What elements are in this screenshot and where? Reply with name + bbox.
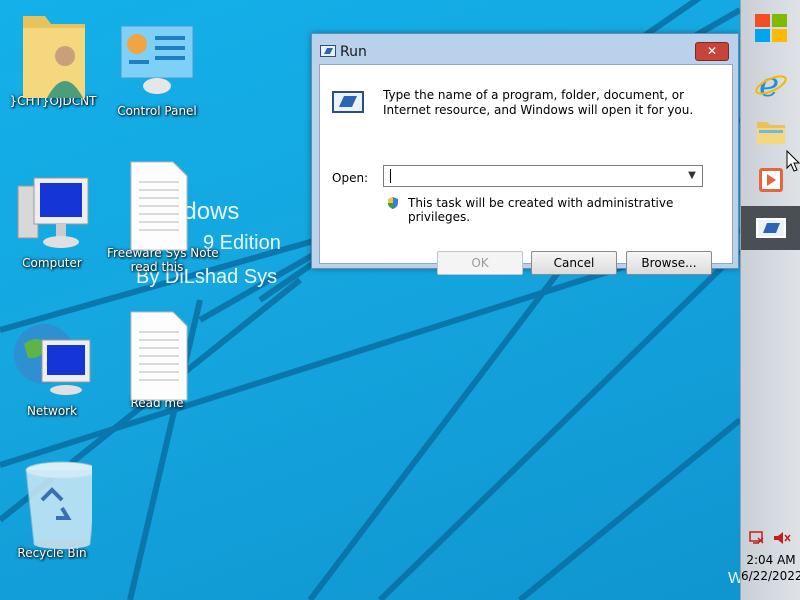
open-label: Open: [332,171,369,185]
desktop: ndows 9 Edition By DiLshad Sys W }CHT}OJ… [0,0,740,600]
control-panel-icon [120,25,194,94]
taskbar-item-run[interactable] [741,206,800,250]
start-icon [755,14,787,42]
open-input[interactable] [388,168,678,183]
volume-muted-icon[interactable] [773,530,791,546]
desktop-icon-sublabel: read this [130,260,184,274]
taskbar-item-file-explorer[interactable] [747,112,795,152]
run-dialog: Run ✕ Type the name of a program, folder… [311,33,739,275]
dialog-title: Run [340,44,367,60]
desktop-icon-network[interactable]: Network [2,318,102,418]
desktop-icon-read-me[interactable]: Read me [107,310,207,410]
computer-icon [17,177,89,248]
browse-button[interactable]: Browse... [626,251,712,275]
text-caret [390,169,391,183]
mouse-pointer-icon [786,150,800,172]
chevron-down-icon[interactable]: ▼ [684,167,700,185]
desktop-icon-computer[interactable]: Computer [2,170,102,270]
dialog-body: Type the name of a program, folder, docu… [319,64,733,275]
clock-date: 6/22/2022 [741,569,800,583]
system-tray [741,528,800,548]
document-icon [130,161,188,251]
media-player-icon [759,168,783,192]
start-button[interactable] [747,8,795,48]
taskbar-clock[interactable]: 2:04 AM 6/22/2022 [741,552,800,584]
clock-time: 2:04 AM [746,553,796,567]
desktop-icon-recycle-bin[interactable]: Recycle Bin [2,460,102,560]
open-combobox[interactable]: ▼ [383,165,703,187]
dialog-description: Type the name of a program, folder, docu… [383,88,694,117]
network-icon [14,324,91,395]
internet-explorer-icon: e [755,67,787,101]
file-explorer-icon [757,122,785,144]
recycle-bin-icon [25,461,99,549]
run-app-icon [756,218,786,238]
desktop-icon-freeware-note[interactable]: Freeware Sys Note read this [107,160,219,274]
desktop-icon-control-panel[interactable]: Control Panel [107,18,207,118]
wallpaper-text: W [728,570,740,587]
run-app-icon [332,91,364,113]
desktop-icon-user-folder[interactable]: }CHT}OJDCNT [3,8,103,108]
admin-privileges-note: This task will be created with administr… [408,196,674,224]
close-button[interactable]: ✕ [695,42,729,61]
uac-shield-icon [388,197,398,209]
document-icon [130,311,188,401]
taskbar-item-internet-explorer[interactable]: e [747,64,795,104]
taskbar: e 2:04 AM 6/22/2022 [740,0,800,600]
user-folder-icon [23,16,85,98]
run-app-icon [320,45,336,57]
ok-button[interactable]: OK [437,251,523,275]
network-error-icon[interactable] [749,530,765,546]
cancel-button[interactable]: Cancel [531,251,617,275]
